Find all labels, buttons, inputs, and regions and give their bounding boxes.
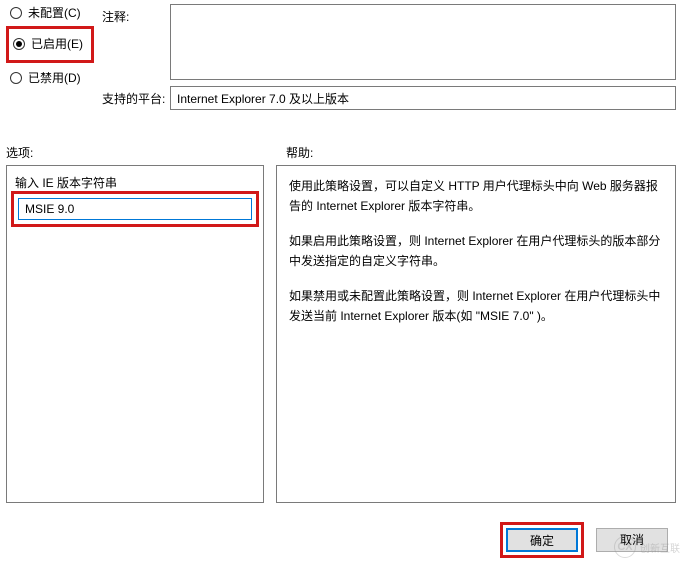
radio-icon [10,7,22,19]
platform-label: 支持的平台: [102,86,170,110]
cancel-button[interactable]: 取消 [596,528,668,552]
radio-enabled[interactable]: 已启用(E) [9,35,91,52]
platform-value: Internet Explorer 7.0 及以上版本 [170,86,676,110]
radio-label-not-configured: 未配置(C) [28,4,81,21]
help-paragraph: 使用此策略设置，可以自定义 HTTP 用户代理标头中向 Web 服务器报告的 I… [289,176,663,217]
radio-disabled[interactable]: 已禁用(D) [6,69,96,86]
comment-textarea[interactable] [170,4,676,80]
radio-icon-selected [13,38,25,50]
help-panel: 使用此策略设置，可以自定义 HTTP 用户代理标头中向 Web 服务器报告的 I… [276,165,676,503]
options-panel: 输入 IE 版本字符串 [6,165,264,503]
ie-version-input[interactable] [18,198,252,220]
radio-not-configured[interactable]: 未配置(C) [6,4,96,21]
radio-icon [10,72,22,84]
help-paragraph: 如果禁用或未配置此策略设置，则 Internet Explorer 在用户代理标… [289,286,663,327]
help-paragraph: 如果启用此策略设置，则 Internet Explorer 在用户代理标头的版本… [289,231,663,272]
help-section-label: 帮助: [286,144,686,161]
radio-label-enabled: 已启用(E) [31,35,83,52]
options-input-label: 输入 IE 版本字符串 [15,174,255,191]
options-section-label: 选项: [6,144,286,161]
comment-label: 注释: [102,4,170,80]
ok-button[interactable]: 确定 [506,528,578,552]
radio-label-disabled: 已禁用(D) [28,69,81,86]
